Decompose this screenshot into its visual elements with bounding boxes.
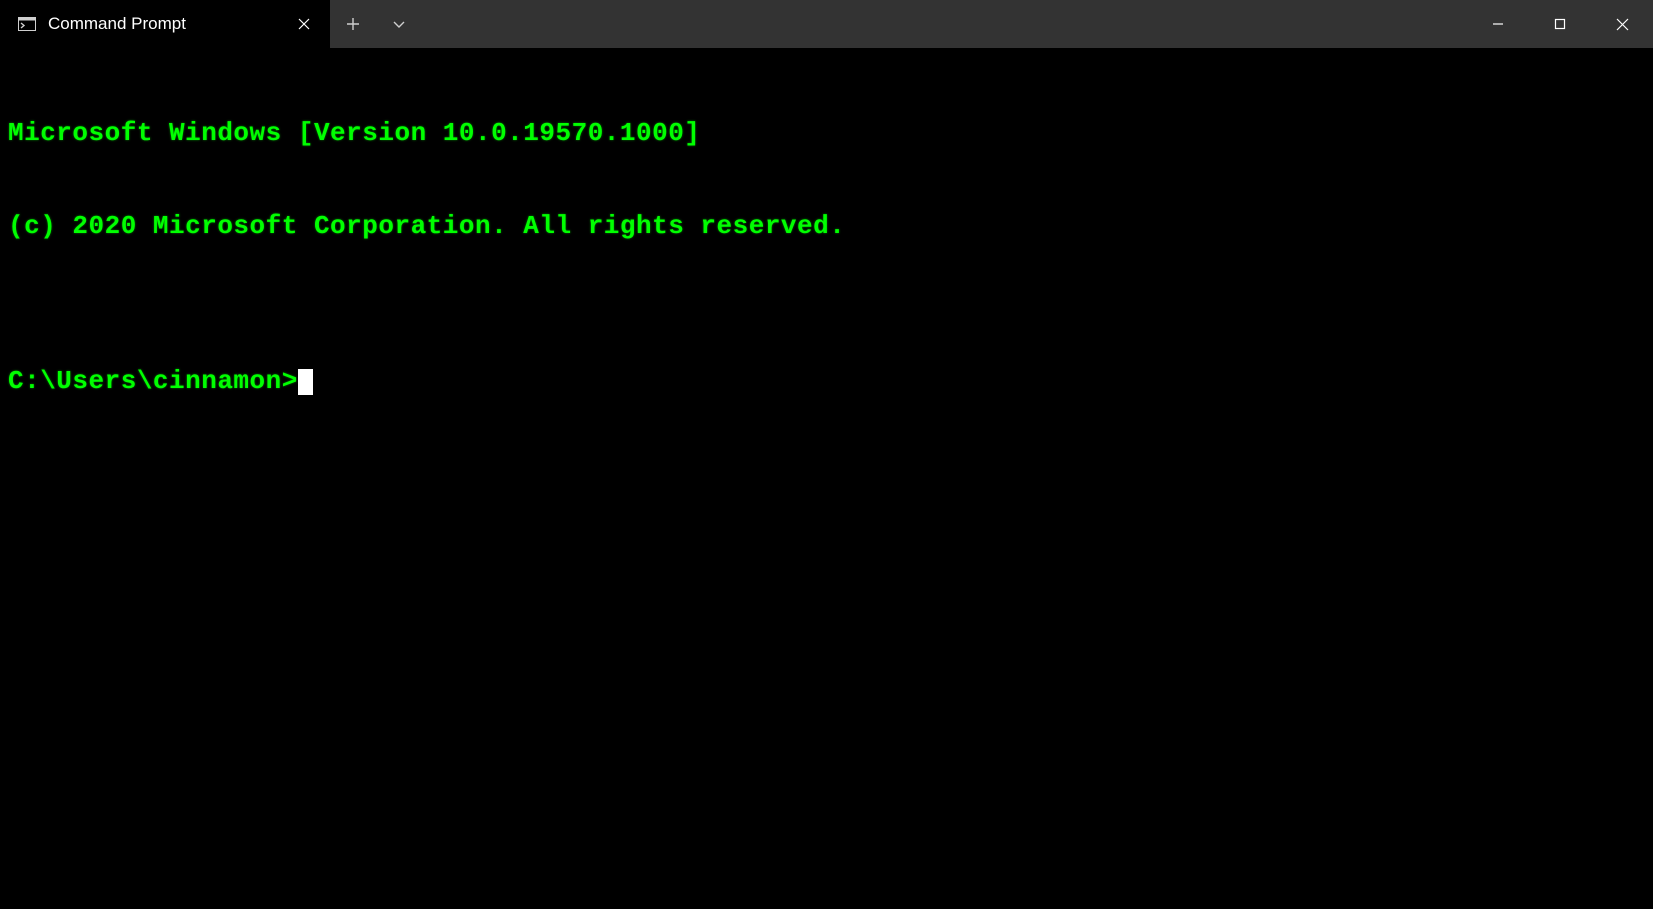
- terminal-output-line: (c) 2020 Microsoft Corporation. All righ…: [8, 211, 1645, 242]
- plus-icon: [346, 17, 360, 31]
- close-window-button[interactable]: [1591, 0, 1653, 48]
- tabstrip-actions: [330, 0, 422, 48]
- maximize-button[interactable]: [1529, 0, 1591, 48]
- terminal-icon: [18, 17, 36, 31]
- terminal-prompt-line: C:\Users\cinnamon>: [8, 366, 1645, 397]
- terminal-prompt: C:\Users\cinnamon>: [8, 366, 298, 397]
- chevron-down-icon: [392, 17, 406, 31]
- close-icon: [298, 18, 310, 30]
- terminal-output-line: Microsoft Windows [Version 10.0.19570.10…: [8, 118, 1645, 149]
- maximize-icon: [1554, 18, 1566, 30]
- new-tab-button[interactable]: [330, 0, 376, 48]
- minimize-icon: [1492, 18, 1504, 30]
- tab-title: Command Prompt: [48, 14, 278, 34]
- tab-command-prompt[interactable]: Command Prompt: [0, 0, 330, 48]
- minimize-button[interactable]: [1467, 0, 1529, 48]
- titlebar: Command Prompt: [0, 0, 1653, 48]
- titlebar-drag-region[interactable]: [422, 0, 1467, 48]
- terminal-cursor: [298, 369, 313, 395]
- terminal-viewport[interactable]: Microsoft Windows [Version 10.0.19570.10…: [0, 48, 1653, 909]
- window-controls: [1467, 0, 1653, 48]
- tab-dropdown-button[interactable]: [376, 0, 422, 48]
- tab-close-button[interactable]: [290, 10, 318, 38]
- close-icon: [1616, 18, 1629, 31]
